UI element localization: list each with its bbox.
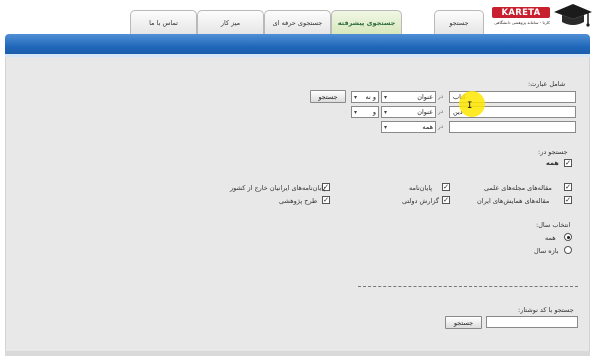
theses-checkbox[interactable]: ✓ (442, 183, 450, 191)
field-select-1-value: عنوان (417, 93, 433, 101)
all-checkbox[interactable]: ✓ (564, 159, 572, 167)
operator-select-2-value: و (372, 108, 376, 116)
operator-select-2[interactable]: ▾ و (351, 106, 379, 118)
year-range-radio[interactable] (564, 246, 572, 254)
header-band (5, 34, 590, 57)
search-button[interactable]: جستجو (310, 90, 346, 103)
field-select-3-value: همه (422, 123, 433, 131)
tab-search[interactable]: جستجو (434, 10, 484, 34)
tab-desk-label: میز کار (220, 18, 241, 27)
research-projects-checkbox[interactable]: ✓ (322, 196, 330, 204)
operator-select-1-value: و نه (365, 93, 377, 101)
logo-tagline: کارتا - سامانه پژوهشی دانشگاهی (494, 20, 550, 25)
in-label-2: در (438, 109, 444, 115)
tab-advanced-search[interactable]: جستجوی پیشرفته (331, 10, 402, 34)
field-select-2-value: عنوان (417, 108, 433, 116)
graduation-cap-icon (554, 4, 592, 27)
journal-articles-checkbox[interactable]: ✓ (564, 183, 572, 191)
logo-name: KARETA (492, 7, 550, 18)
field-select-2[interactable]: ▾ عنوان (381, 106, 436, 118)
conference-articles-checkbox[interactable]: ✓ (564, 196, 572, 204)
chevron-down-icon: ▾ (354, 93, 358, 101)
phrase-label: شامل عبارت: (528, 80, 566, 88)
logo[interactable]: KARETA کارتا - سامانه پژوهشی دانشگاهی (492, 2, 596, 32)
query-field-3[interactable] (449, 121, 576, 133)
in-label-1: در (438, 94, 444, 100)
foreign-theses-label: پایان‌نامه‌های ایرانیان خارج از کشور (230, 184, 326, 192)
conference-articles-label: مقاله‌های همایش‌های ایران (477, 197, 550, 205)
code-search-input[interactable] (486, 316, 578, 328)
tab-desk[interactable]: میز کار (197, 10, 264, 34)
chevron-down-icon: ▾ (354, 108, 358, 116)
year-all-radio[interactable] (564, 233, 572, 241)
research-projects-label: طرح پژوهشی (279, 197, 318, 205)
gov-reports-checkbox[interactable]: ✓ (442, 196, 450, 204)
operator-select-1[interactable]: ▾ و نه (351, 91, 379, 103)
dashed-divider (358, 286, 578, 287)
year-label: انتخاب سال: (536, 221, 571, 229)
theses-label: پایان‌نامه (409, 184, 433, 192)
tab-contact-label: تماس با ما (149, 18, 178, 27)
year-range-label: بازه سال (534, 247, 559, 255)
code-search-button[interactable]: جستجو (445, 316, 482, 329)
field-select-1[interactable]: ▾ عنوان (381, 91, 436, 103)
tab-professional-search-label: جستجوی حرفه ای (272, 18, 323, 27)
field-select-3[interactable]: ▾ همه (381, 121, 436, 133)
year-all-label: همه (545, 234, 556, 242)
in-label-3: در (438, 124, 444, 130)
chevron-down-icon: ▾ (384, 108, 388, 116)
journal-articles-label: مقاله‌های مجله‌های علمی (484, 184, 552, 192)
chevron-down-icon: ▾ (384, 93, 388, 101)
tab-search-label: جستجو (449, 18, 469, 27)
chevron-down-icon: ▾ (384, 123, 388, 131)
text-cursor-icon: I (467, 101, 473, 111)
gov-reports-label: گزارش دولتی (402, 197, 440, 205)
top-bar: جستجو جستجوی پیشرفته جستجوی حرفه ای میز … (0, 0, 600, 34)
tab-advanced-search-label: جستجوی پیشرفته (337, 18, 396, 27)
code-search-label: جستجو با کد نوشتار: (518, 306, 574, 314)
search-in-label: جستجو در: (538, 148, 568, 156)
footer-line (5, 351, 590, 356)
tab-contact[interactable]: تماس با ما (130, 10, 197, 34)
tab-professional-search[interactable]: جستجوی حرفه ای (264, 10, 331, 34)
all-label: همه (546, 159, 559, 167)
